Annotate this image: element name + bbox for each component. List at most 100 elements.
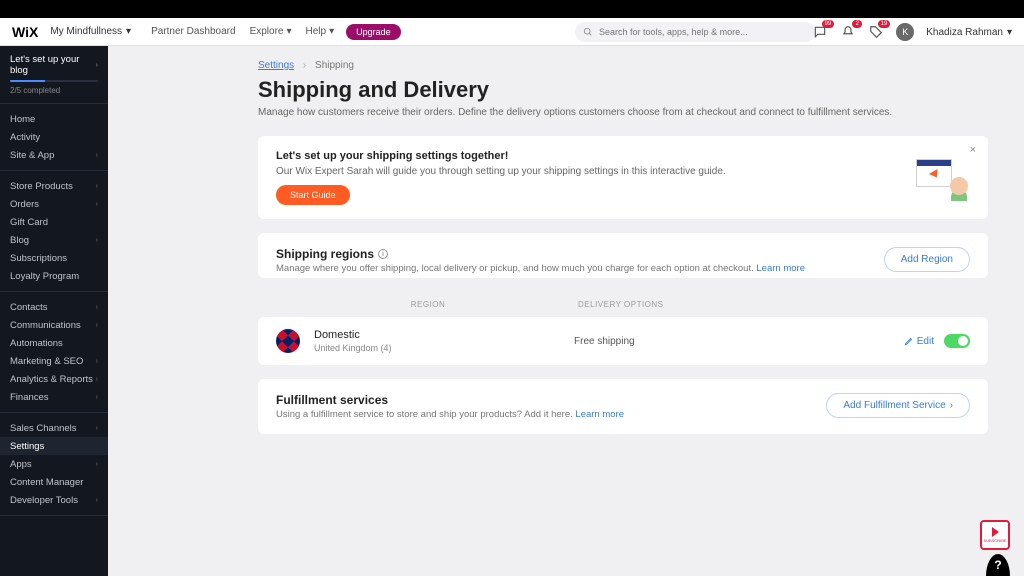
regions-table-head: REGION DELIVERY OPTIONS (258, 292, 988, 317)
page-title: Shipping and Delivery (258, 77, 988, 103)
add-fulfillment-button[interactable]: Add Fulfillment Service › (826, 393, 970, 418)
guide-title: Let's set up your shipping settings toge… (276, 150, 726, 162)
region-row[interactable]: Domestic United Kingdom (4) Free shippin… (258, 317, 988, 365)
sidebar-item-subscriptions[interactable]: Subscriptions (0, 249, 108, 267)
regions-desc: Manage where you offer shipping, local d… (276, 263, 805, 274)
search-input[interactable] (599, 27, 807, 37)
chevron-right-icon: › (96, 304, 98, 311)
tag-icon[interactable]: 19 (868, 24, 884, 40)
sidebar-item-apps[interactable]: Apps › (0, 455, 108, 473)
chevron-right-icon: › (96, 237, 98, 244)
sidebar-item-label: Loyalty Program (10, 271, 79, 282)
nav-help[interactable]: Help▾ (306, 26, 335, 37)
chevron-right-icon: › (950, 400, 953, 411)
sidebar-item-label: Contacts (10, 302, 48, 313)
sidebar-item-label: Gift Card (10, 217, 48, 228)
sidebar-item-automations[interactable]: Automations (0, 334, 108, 352)
sidebar-item-contacts[interactable]: Contacts › (0, 298, 108, 316)
breadcrumb-settings[interactable]: Settings (258, 60, 294, 71)
sidebar-item-orders[interactable]: Orders› (0, 195, 108, 213)
chevron-right-icon: › (96, 394, 98, 401)
sidebar-item-activity[interactable]: Activity (0, 128, 108, 146)
sidebar-item-label: Store Products (10, 181, 73, 192)
chat-icon[interactable]: 99 (812, 24, 828, 40)
learn-more-link[interactable]: Learn more (756, 263, 805, 274)
progress-label: 2/5 completed (0, 86, 108, 104)
chevron-right-icon: › (96, 461, 98, 468)
search-bar[interactable] (575, 22, 815, 42)
main-content: Settings › Shipping Shipping and Deliver… (108, 46, 1024, 576)
nav-explore[interactable]: Explore▾ (250, 26, 292, 37)
sidebar-item-site-app[interactable]: Site & App› (0, 146, 108, 164)
shipping-regions-card: Shipping regions i Manage where you offe… (258, 233, 988, 278)
sidebar-item-label: Subscriptions (10, 253, 67, 264)
sidebar-item-label: Activity (10, 132, 40, 143)
sidebar-item-analytics-reports[interactable]: Analytics & Reports› (0, 370, 108, 388)
chevron-right-icon: › (96, 497, 98, 504)
fulfillment-title: Fulfillment services (276, 393, 624, 407)
regions-title: Shipping regions i (276, 247, 805, 261)
sidebar-item-blog[interactable]: Blog › (0, 231, 108, 249)
site-selector[interactable]: My Mindfullness ▾ (50, 26, 131, 37)
username-dropdown[interactable]: Khadiza Rahman ▾ (926, 27, 1012, 38)
breadcrumb: Settings › Shipping (258, 60, 988, 71)
sidebar-item-finances[interactable]: Finances › (0, 388, 108, 406)
chevron-right-icon: › (96, 201, 98, 208)
guide-illustration (914, 157, 970, 199)
subscribe-widget[interactable]: SUBSCRIBE (980, 520, 1010, 550)
badge: 2 (852, 20, 862, 28)
subscribe-label: SUBSCRIBE (983, 538, 1006, 543)
sidebar-item-label: Settings (10, 441, 44, 452)
badge: 99 (822, 20, 835, 28)
region-name: Domestic (314, 329, 574, 341)
chevron-down-icon: ▾ (126, 26, 131, 37)
search-icon (583, 27, 593, 37)
sidebar-item-developer-tools[interactable]: Developer Tools› (0, 491, 108, 509)
setup-progress (10, 80, 98, 82)
avatar[interactable]: K (896, 23, 914, 41)
sidebar-item-label: Sales Channels (10, 423, 77, 434)
add-region-button[interactable]: Add Region (884, 247, 970, 272)
site-name: My Mindfullness (50, 26, 122, 37)
badge: 19 (878, 20, 891, 28)
chevron-down-icon: ▾ (329, 26, 334, 37)
chevron-right-icon: › (96, 376, 98, 383)
col-delivery: DELIVERY OPTIONS (578, 300, 968, 309)
sidebar-item-marketing-seo[interactable]: Marketing & SEO› (0, 352, 108, 370)
region-delivery: Free shipping (574, 336, 904, 347)
sidebar-item-label: Apps (10, 459, 32, 470)
page-subtitle: Manage how customers receive their order… (258, 107, 988, 118)
sidebar-setup-link[interactable]: Let's set up your blog › (0, 46, 108, 80)
bell-icon[interactable]: 2 (840, 24, 856, 40)
sidebar-item-content-manager[interactable]: Content Manager (0, 473, 108, 491)
sidebar-item-communications[interactable]: Communications› (0, 316, 108, 334)
chevron-right-icon: › (96, 358, 98, 365)
sidebar-item-loyalty-program[interactable]: Loyalty Program (0, 267, 108, 285)
edit-region-link[interactable]: Edit (904, 336, 934, 347)
top-nav: Partner Dashboard Explore▾ Help▾ (151, 26, 334, 37)
wix-logo[interactable]: WiX (12, 24, 38, 40)
fulfillment-card: Fulfillment services Using a fulfillment… (258, 379, 988, 434)
video-black-bar (0, 0, 1024, 18)
guide-card: Let's set up your shipping settings toge… (258, 136, 988, 219)
sidebar-item-gift-card[interactable]: Gift Card (0, 213, 108, 231)
sidebar: Let's set up your blog › 2/5 completed H… (0, 46, 108, 576)
sidebar-item-sales-channels[interactable]: Sales Channels › (0, 419, 108, 437)
sidebar-item-settings[interactable]: Settings (0, 437, 108, 455)
info-icon[interactable]: i (378, 249, 388, 259)
start-guide-button[interactable]: Start Guide (276, 185, 350, 205)
chevron-right-icon: › (96, 425, 98, 432)
chevron-down-icon: ▾ (1007, 27, 1012, 38)
chevron-right-icon: › (96, 152, 98, 159)
region-toggle[interactable] (944, 334, 970, 348)
sidebar-item-label: Analytics & Reports (10, 374, 93, 385)
close-icon[interactable]: × (970, 144, 976, 156)
learn-more-link[interactable]: Learn more (575, 409, 624, 420)
sidebar-item-label: Finances (10, 392, 49, 403)
sidebar-item-label: Blog (10, 235, 29, 246)
nav-partner-dashboard[interactable]: Partner Dashboard (151, 26, 236, 37)
sidebar-item-store-products[interactable]: Store Products› (0, 177, 108, 195)
sidebar-item-home[interactable]: Home (0, 110, 108, 128)
upgrade-button[interactable]: Upgrade (346, 24, 401, 40)
sidebar-item-label: Automations (10, 338, 63, 349)
